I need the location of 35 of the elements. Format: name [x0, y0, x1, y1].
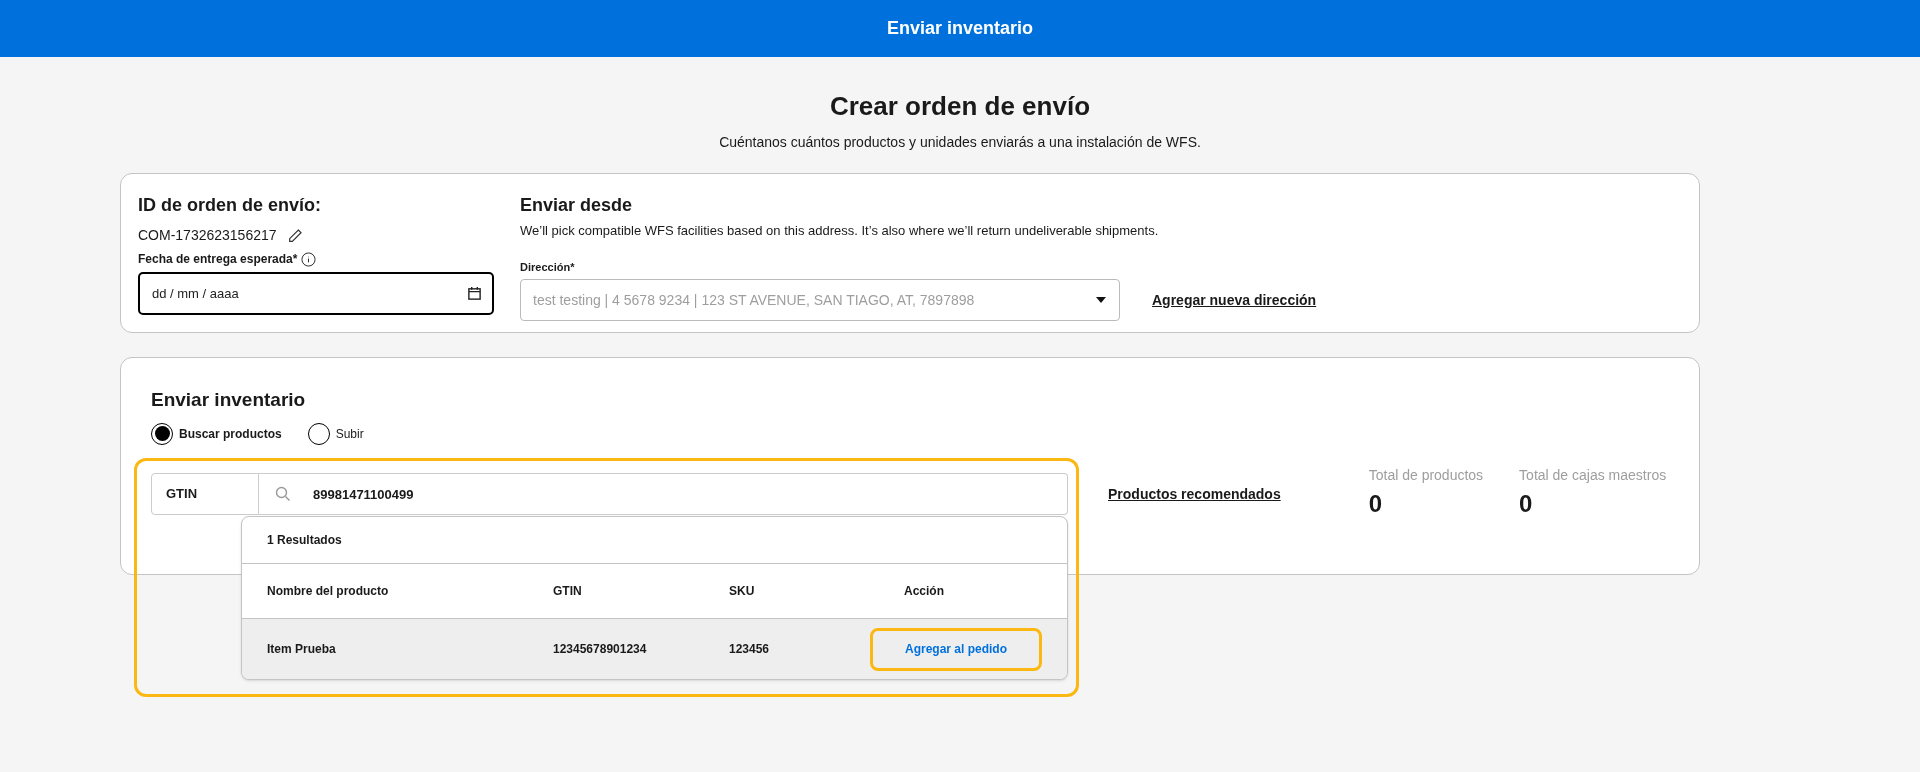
table-cell-text: 12345678901234 — [553, 641, 648, 658]
date-field[interactable]: dd / mm / aaaa — [138, 272, 494, 315]
add-to-order-button[interactable]: Agregar al pedido — [870, 627, 1042, 671]
search-field[interactable]: 89981471100499 — [259, 473, 1068, 515]
ship-from-title: Enviar desde — [520, 194, 634, 217]
total-label: Total de productos — [1368, 465, 1484, 485]
pencil-icon[interactable] — [286, 227, 303, 244]
address-label: Dirección* — [520, 259, 576, 275]
total-value: 0 — [1519, 488, 1534, 519]
total-label: Total de cajas maestros — [1519, 465, 1667, 485]
recommended-products-link[interactable]: Productos recomendados — [1108, 483, 1281, 505]
add-address-link[interactable]: Agregar nueva dirección — [1152, 289, 1317, 311]
results-count: 1 Resultados — [267, 532, 342, 549]
calendar-icon[interactable] — [467, 286, 482, 301]
delivery-date-label: Fecha de entrega esperada* — [138, 251, 298, 268]
page-subtitle: Cuéntanos cuántos productos y unidades enviarás a una instalación de WFS. — [719, 133, 1201, 152]
column-header: Acción — [903, 583, 945, 600]
caret-icon — [1095, 296, 1107, 304]
column-header: SKU — [729, 583, 756, 600]
inventory-title: Enviar inventario — [151, 388, 307, 412]
order-id-label: ID de orden de envío: — [138, 194, 323, 217]
page-title: Crear orden de envío — [829, 90, 1091, 123]
mode-radio[interactable]: Subir — [307, 422, 364, 445]
table-cell-text: 123456 — [729, 641, 771, 658]
column-header: GTIN — [553, 583, 583, 600]
total-value: 0 — [1368, 488, 1384, 519]
column-header: Nombre del producto — [267, 583, 390, 600]
search-icon — [275, 486, 291, 502]
info-icon[interactable] — [301, 251, 317, 267]
table-cell-text: Item Prueba — [267, 641, 337, 658]
order-id-value: COM-1732623156217 — [138, 226, 277, 245]
top-bar-title: Enviar inventario — [886, 17, 1034, 40]
ship-from-description: We’ll pick compatible WFS facilities based on this address. It’s also where we’ll return undeliverable shipments. — [520, 222, 1160, 240]
mode-radio[interactable]: Buscar productos — [151, 422, 282, 445]
search-type-select[interactable]: GTIN — [151, 473, 259, 515]
